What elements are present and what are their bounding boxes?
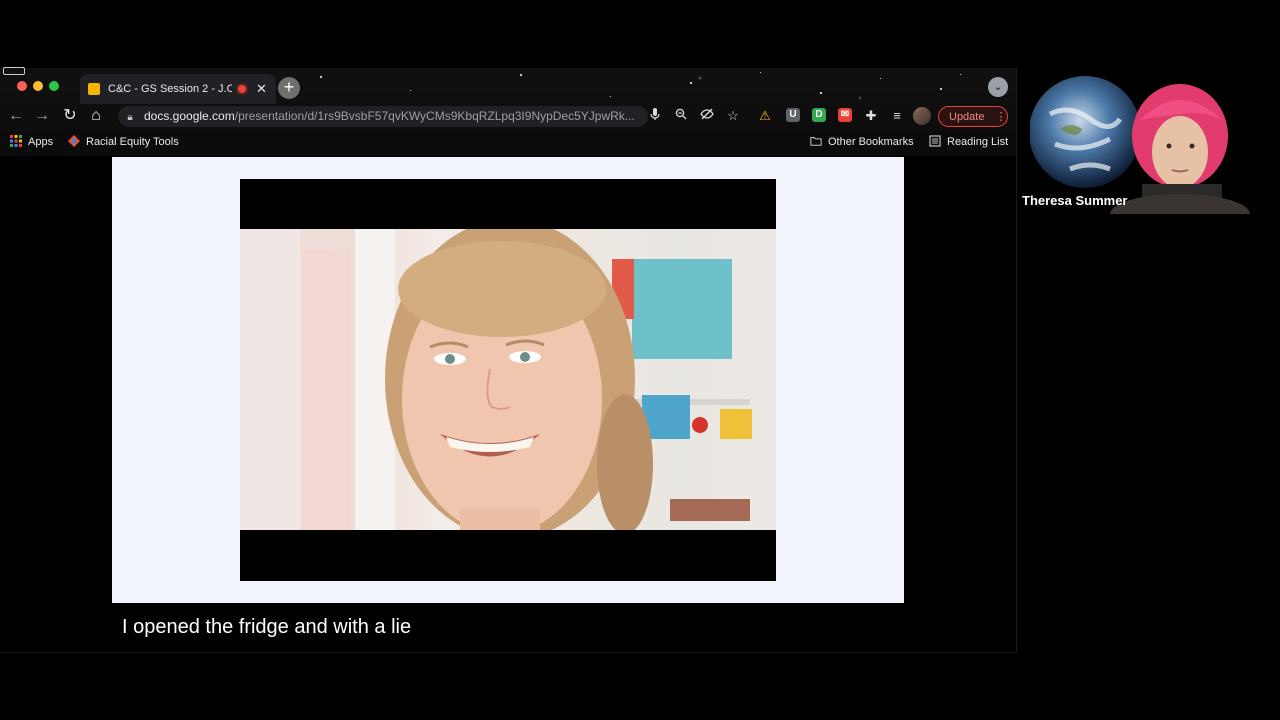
bookmark-other-bookmarks[interactable]: Other Bookmarks: [810, 134, 914, 150]
playlist-icon[interactable]: ≡: [888, 107, 906, 125]
live-caption: I opened the fridge and with a lie: [122, 616, 412, 638]
update-button[interactable]: Update ⋮: [938, 106, 1008, 127]
apps-grid-icon: [10, 135, 22, 147]
slides-favicon-icon: [88, 83, 100, 95]
back-icon[interactable]: ←: [6, 104, 26, 128]
warning-icon[interactable]: ⚠: [756, 107, 774, 125]
reload-icon[interactable]: ↻: [60, 104, 80, 128]
toolbar: ← → ↻ ⌂ 🔒︎ docs.google.com/presentation/d…: [0, 104, 1016, 130]
address-bar[interactable]: 🔒︎ docs.google.com/presentation/d/1rs9Bvs…: [118, 106, 648, 127]
recording-indicator-icon: [238, 85, 246, 93]
bookmark-other-label: Other Bookmarks: [828, 136, 914, 148]
presentation-slide: [112, 157, 904, 603]
tab-slides[interactable]: C&C - GS Session 2 - J.C ✕: [80, 74, 276, 104]
bookmark-racial-equity-tools[interactable]: Racial Equity Tools: [68, 134, 179, 150]
racial-equity-favicon-icon: [68, 135, 80, 147]
eye-off-icon[interactable]: [698, 107, 716, 125]
url-path: /presentation/d/1rs9BvsbF57qvKWyCMs9KbqR…: [234, 109, 635, 123]
bookmark-racial-equity-label: Racial Equity Tools: [86, 136, 179, 148]
zoom-window-button[interactable]: [49, 81, 59, 91]
home-icon[interactable]: ⌂: [86, 104, 106, 128]
browser-chrome: C&C - GS Session 2 - J.C ✕ + ⌄ ← → ↻ ⌂ 🔒…: [0, 68, 1016, 156]
participant-video-tile: Theresa Summer: [1020, 70, 1280, 220]
zoom-icon[interactable]: [672, 107, 690, 125]
forward-icon[interactable]: →: [32, 104, 52, 128]
bookmark-apps[interactable]: Apps: [10, 134, 53, 150]
tab-title: C&C - GS Session 2 - J.C: [108, 83, 232, 95]
reading-list-label: Reading List: [947, 136, 1009, 148]
girl-smiling-image: [240, 229, 752, 530]
browser-window: C&C - GS Session 2 - J.C ✕ + ⌄ ← → ↻ ⌂ 🔒…: [0, 68, 1017, 653]
star-icon[interactable]: ☆: [724, 107, 742, 125]
extension-mail-icon[interactable]: ✉: [838, 108, 852, 122]
minimize-window-button[interactable]: [33, 81, 43, 91]
reading-list-icon: [929, 135, 941, 147]
embedded-video[interactable]: [240, 179, 776, 581]
participant-name: Theresa Summer: [1022, 193, 1128, 208]
tab-search-icon[interactable]: ⌄: [988, 77, 1008, 97]
video-frame-image: [240, 229, 776, 530]
folder-icon: [810, 137, 822, 146]
puzzle-icon[interactable]: ✚: [862, 107, 880, 125]
extension-u-icon[interactable]: U: [786, 108, 800, 122]
mic-icon[interactable]: [646, 107, 664, 125]
extension-d-icon[interactable]: D: [812, 108, 826, 122]
reading-list-button[interactable]: Reading List: [929, 134, 1008, 150]
lock-icon: 🔒︎: [127, 112, 133, 123]
window-edge-marker-icon: [3, 67, 25, 75]
new-tab-button[interactable]: +: [278, 77, 300, 99]
bookmark-apps-label: Apps: [28, 136, 54, 148]
update-label: Update: [949, 111, 985, 123]
profile-icon[interactable]: [913, 107, 931, 125]
close-tab-icon[interactable]: ✕: [256, 81, 267, 97]
close-window-button[interactable]: [17, 81, 27, 91]
url-host: docs.google.com: [144, 109, 235, 123]
bookmarks-bar: Apps Racial Equity Tools Other Bookmarks…: [0, 130, 1016, 154]
more-menu-icon: ⋮: [995, 111, 1007, 123]
